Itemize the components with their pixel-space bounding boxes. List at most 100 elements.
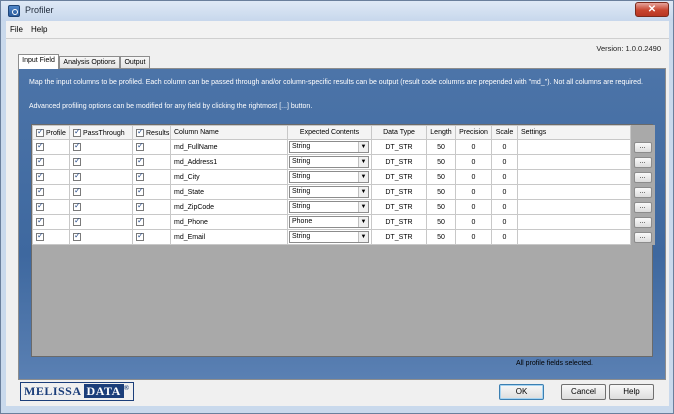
passthrough-all-checkbox[interactable] [73, 127, 81, 137]
chevron-down-icon[interactable]: ▼ [358, 142, 368, 152]
header-profile[interactable]: Profile [32, 125, 70, 140]
scale-cell: 0 [491, 199, 518, 215]
profile-cell [32, 199, 70, 215]
cancel-button[interactable]: Cancel [561, 384, 606, 400]
results-checkbox[interactable] [136, 186, 144, 196]
passthrough-checkbox[interactable] [73, 201, 81, 211]
passthrough-checkbox[interactable] [73, 231, 81, 241]
help-button[interactable]: Help [609, 384, 654, 400]
melissa-data-logo: MELISSA DATA ® [20, 381, 134, 401]
passthrough-checkbox[interactable] [73, 216, 81, 226]
passthrough-checkbox[interactable] [73, 171, 81, 181]
close-button[interactable]: ✕ [635, 2, 669, 17]
profile-cell [32, 169, 70, 185]
header-scale: Scale [491, 125, 518, 140]
passthrough-checkbox[interactable] [73, 156, 81, 166]
profile-cell [32, 154, 70, 170]
profile-all-checkbox[interactable] [36, 127, 44, 137]
column-name-cell: md_Email [170, 229, 288, 245]
chevron-down-icon[interactable]: ▼ [358, 217, 368, 227]
grid-row: md_ZipCodeString▼DT_STR5000... [32, 199, 655, 215]
expected-contents-select[interactable]: String ▼ [289, 141, 369, 153]
ok-button[interactable]: OK [499, 384, 544, 400]
grid-row: md_Address1String▼DT_STR5000... [32, 154, 655, 170]
menu-bar: File Help [6, 21, 669, 39]
settings-cell [517, 229, 631, 245]
settings-button-cell: ... [630, 214, 655, 230]
expected-contents-select[interactable]: String ▼ [289, 171, 369, 183]
header-expected-contents: Expected Contents [287, 125, 372, 140]
data-type-cell: DT_STR [371, 139, 427, 155]
data-type-cell: DT_STR [371, 229, 427, 245]
profile-checkbox[interactable] [36, 231, 44, 241]
menu-file[interactable]: File [10, 25, 23, 34]
settings-button-cell: ... [630, 184, 655, 200]
expected-contents-select[interactable]: String ▼ [289, 156, 369, 168]
settings-ellipsis-button[interactable]: ... [633, 216, 652, 228]
results-cell [132, 154, 171, 170]
grid-row: md_PhonePhone▼DT_STR5000... [32, 214, 655, 230]
passthrough-cell [69, 214, 133, 230]
settings-cell [517, 169, 631, 185]
version-label: Version: 1.0.0.2490 [596, 44, 661, 53]
profile-checkbox[interactable] [36, 141, 44, 151]
expected-contents-select[interactable]: String ▼ [289, 186, 369, 198]
instructions-text: Map the input columns to be profiled. Ea… [29, 79, 643, 86]
settings-ellipsis-button[interactable]: ... [633, 186, 652, 198]
settings-ellipsis-button[interactable]: ... [633, 156, 652, 168]
header-length: Length [426, 125, 456, 140]
profile-checkbox[interactable] [36, 156, 44, 166]
precision-cell: 0 [455, 184, 492, 200]
chevron-down-icon[interactable]: ▼ [358, 187, 368, 197]
settings-ellipsis-button[interactable]: ... [633, 201, 652, 213]
passthrough-checkbox[interactable] [73, 141, 81, 151]
results-checkbox[interactable] [136, 156, 144, 166]
settings-ellipsis-button[interactable]: ... [633, 171, 652, 183]
passthrough-checkbox[interactable] [73, 186, 81, 196]
chevron-down-icon[interactable]: ▼ [358, 172, 368, 182]
expected-contents-select[interactable]: String ▼ [289, 231, 369, 243]
chevron-down-icon[interactable]: ▼ [358, 202, 368, 212]
header-data-type: Data Type [371, 125, 427, 140]
settings-ellipsis-button[interactable]: ... [633, 141, 652, 153]
expected-contents-select[interactable]: Phone ▼ [289, 216, 369, 228]
column-name-cell: md_ZipCode [170, 199, 288, 215]
length-cell: 50 [426, 169, 456, 185]
profile-checkbox[interactable] [36, 186, 44, 196]
expected-contents-cell: Phone ▼ [287, 214, 372, 230]
results-checkbox[interactable] [136, 141, 144, 151]
header-precision: Precision [455, 125, 492, 140]
results-checkbox[interactable] [136, 216, 144, 226]
profile-checkbox[interactable] [36, 201, 44, 211]
results-checkbox[interactable] [136, 201, 144, 211]
scale-cell: 0 [491, 139, 518, 155]
expected-contents-cell: String ▼ [287, 229, 372, 245]
expected-contents-select[interactable]: String ▼ [289, 201, 369, 213]
settings-cell [517, 154, 631, 170]
profile-checkbox[interactable] [36, 216, 44, 226]
passthrough-cell [69, 184, 133, 200]
precision-cell: 0 [455, 169, 492, 185]
results-all-checkbox[interactable] [136, 127, 144, 137]
column-name-cell: md_Address1 [170, 154, 288, 170]
scale-cell: 0 [491, 214, 518, 230]
profile-checkbox[interactable] [36, 171, 44, 181]
settings-cell [517, 214, 631, 230]
header-results[interactable]: Results [132, 125, 171, 140]
chevron-down-icon[interactable]: ▼ [358, 157, 368, 167]
tab-input-field[interactable]: Input Field [18, 54, 59, 69]
results-checkbox[interactable] [136, 231, 144, 241]
expected-contents-cell: String ▼ [287, 139, 372, 155]
chevron-down-icon[interactable]: ▼ [358, 232, 368, 242]
grid-row: md_FullNameString▼DT_STR5000... [32, 139, 655, 155]
results-checkbox[interactable] [136, 171, 144, 181]
header-passthrough[interactable]: PassThrough [69, 125, 133, 140]
scale-cell: 0 [491, 154, 518, 170]
passthrough-cell [69, 139, 133, 155]
scale-cell: 0 [491, 184, 518, 200]
expected-contents-cell: String ▼ [287, 154, 372, 170]
expected-contents-cell: String ▼ [287, 199, 372, 215]
settings-ellipsis-button[interactable]: ... [633, 231, 652, 243]
menu-help[interactable]: Help [31, 25, 47, 34]
settings-button-cell: ... [630, 199, 655, 215]
